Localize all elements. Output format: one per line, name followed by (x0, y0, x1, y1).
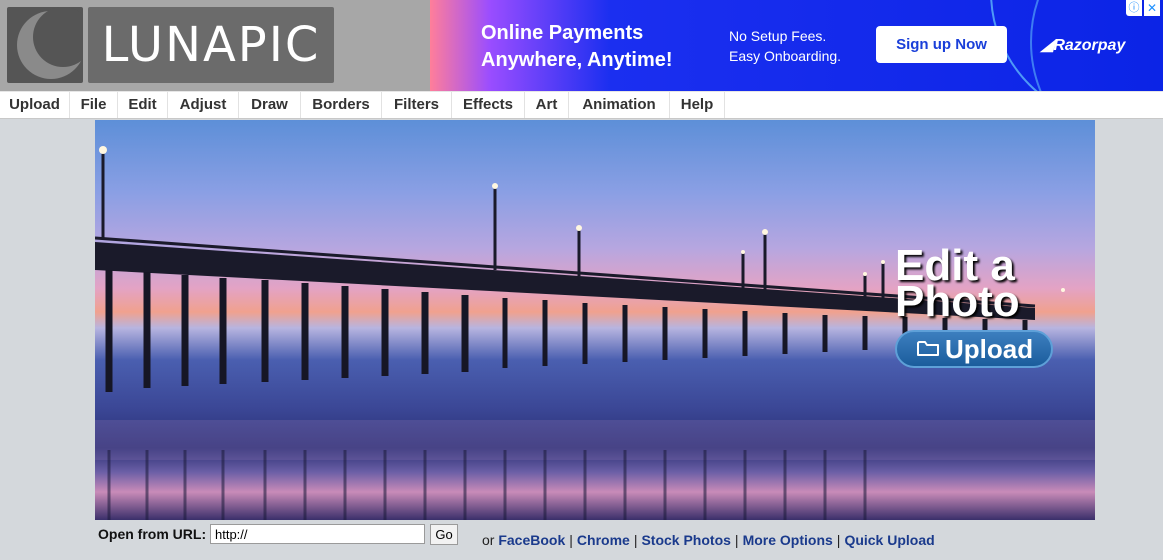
hero-title-line: Photo (895, 277, 1020, 326)
link-more-options[interactable]: More Options (743, 532, 833, 548)
ad-brand: ◢Razorpay (1041, 35, 1125, 55)
ad-headline: Online Payments Anywhere, Anytime! (481, 20, 721, 74)
hero-upload-button[interactable]: Upload (895, 330, 1053, 368)
ad-close-icon[interactable]: ✕ (1144, 0, 1160, 16)
url-label: Open from URL: (98, 526, 207, 542)
hero-image: Edit a Photo Upload (95, 120, 1095, 520)
folder-icon (917, 341, 939, 356)
moon-logo-icon (7, 7, 83, 83)
url-go-button[interactable]: Go (430, 524, 458, 545)
advertisement-banner[interactable]: Online Payments Anywhere, Anytime! No Se… (430, 0, 1163, 91)
menu-item-file[interactable]: File (70, 92, 118, 118)
menu-item-adjust[interactable]: Adjust (168, 92, 239, 118)
main-menu: Upload File Edit Adjust Draw Borders Fil… (0, 91, 1163, 119)
upload-source-links: or FaceBook | Chrome | Stock Photos | More Opt… (482, 532, 935, 548)
logo[interactable]: LUNAPIC (0, 0, 430, 91)
menu-item-effects[interactable]: Effects (452, 92, 525, 118)
url-input[interactable] (210, 524, 425, 544)
logo-text: LUNAPIC (101, 17, 321, 73)
menu-item-animation[interactable]: Animation (569, 92, 670, 118)
link-facebook[interactable]: FaceBook (498, 532, 565, 548)
ad-info-icon[interactable]: ⓘ (1126, 0, 1142, 16)
hero-title: Edit a Photo (895, 244, 1075, 326)
ad-headline-line: Anywhere, Anytime! (481, 49, 673, 71)
links-prefix: or (482, 532, 495, 548)
logo-text-box: LUNAPIC (88, 7, 334, 83)
ad-subtext: No Setup Fees. Easy Onboarding. (729, 26, 869, 66)
link-quick-upload[interactable]: Quick Upload (844, 532, 934, 548)
link-separator: | (734, 532, 739, 548)
menu-item-art[interactable]: Art (525, 92, 569, 118)
header: LUNAPIC Online Payments Anywhere, Anytim… (0, 0, 1163, 91)
menu-item-edit[interactable]: Edit (118, 92, 168, 118)
link-separator: | (633, 532, 638, 548)
razorpay-logo-icon: ◢ (1041, 37, 1054, 54)
menu-item-filters[interactable]: Filters (382, 92, 452, 118)
ad-headline-line: Online Payments (481, 22, 644, 44)
ad-signup-button[interactable]: Sign up Now (876, 26, 1007, 63)
link-chrome[interactable]: Chrome (577, 532, 630, 548)
menu-item-help[interactable]: Help (670, 92, 725, 118)
hero-upload-label: Upload (945, 334, 1034, 364)
menu-item-upload[interactable]: Upload (0, 92, 70, 118)
link-separator: | (836, 532, 841, 548)
link-separator: | (569, 532, 573, 548)
menu-item-draw[interactable]: Draw (239, 92, 301, 118)
ad-subtext-line: Easy Onboarding. (729, 48, 842, 64)
link-stock-photos[interactable]: Stock Photos (641, 532, 730, 548)
menu-item-borders[interactable]: Borders (301, 92, 382, 118)
ad-brand-name: Razorpay (1053, 37, 1126, 54)
ad-subtext-line: No Setup Fees. (729, 28, 827, 44)
